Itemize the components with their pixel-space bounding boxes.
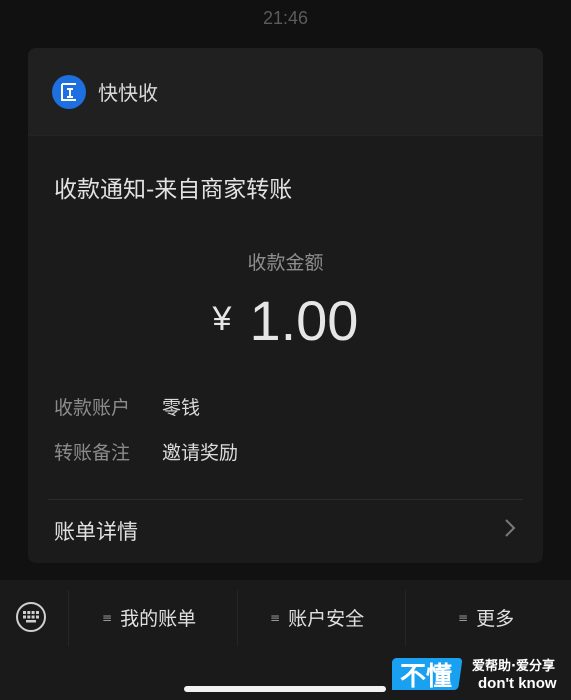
info-row-account: 收款账户 零钱 <box>54 393 200 420</box>
notice-title: 收款通知-来自商家转账 <box>54 177 293 203</box>
menu-separator <box>405 590 406 646</box>
app-logo-icon <box>52 74 86 109</box>
menu-account-security[interactable]: ≡ 账户安全 <box>270 604 364 631</box>
menu-separator <box>237 590 238 646</box>
keyboard-icon[interactable] <box>16 602 46 632</box>
info-key: 转账备注 <box>54 442 131 464</box>
menu-my-bills[interactable]: ≡ 我的账单 <box>102 604 196 631</box>
amount-label: 收款金额 <box>247 252 324 274</box>
menu-lines-icon: ≡ <box>270 610 281 625</box>
watermark-logo: 不懂 爱帮助·爱分享 don't know <box>388 648 567 700</box>
home-indicator[interactable] <box>184 686 386 692</box>
svg-text:don't know: don't know <box>478 675 557 692</box>
menu-lines-icon: ≡ <box>102 610 113 625</box>
payment-notification-card[interactable]: 快快收 收款通知-来自商家转账 收款金额 ¥1.00 收款账户 零钱 转账备注 … <box>28 48 543 563</box>
info-value: 零钱 <box>162 397 201 419</box>
menu-label: 账户安全 <box>288 608 365 630</box>
menu-label: 我的账单 <box>120 608 197 630</box>
bill-detail-link[interactable]: 账单详情 <box>54 516 138 546</box>
info-row-remark: 转账备注 邀请奖励 <box>54 438 238 465</box>
info-value: 邀请奖励 <box>162 442 239 464</box>
menu-lines-icon: ≡ <box>458 610 469 625</box>
svg-text:爱帮助·爱分享: 爱帮助·爱分享 <box>472 658 555 674</box>
amount-number: 1.00 <box>249 289 359 352</box>
menu-separator <box>68 590 69 646</box>
menu-more[interactable]: ≡ 更多 <box>458 604 514 631</box>
app-name: 快快收 <box>98 81 158 105</box>
svg-text:不懂: 不懂 <box>400 662 452 692</box>
menu-label: 更多 <box>476 608 515 630</box>
info-key: 收款账户 <box>54 397 131 419</box>
card-header[interactable]: 快快收 <box>28 48 543 136</box>
app-logo-glyph <box>61 82 76 101</box>
amount-value: ¥1.00 <box>28 288 543 353</box>
divider <box>48 499 523 500</box>
chevron-right-icon[interactable] <box>503 516 517 544</box>
status-time: 21:46 <box>262 8 309 28</box>
currency-symbol: ¥ <box>212 300 232 338</box>
